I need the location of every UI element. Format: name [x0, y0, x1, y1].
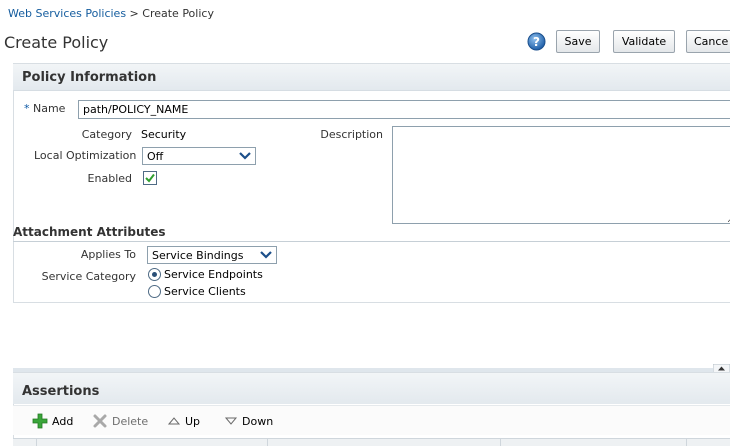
- svg-text:?: ?: [533, 35, 540, 49]
- move-down-button[interactable]: Down: [224, 413, 273, 429]
- service-clients-option[interactable]: Service Clients: [148, 285, 246, 298]
- enabled-label: Enabled: [87, 172, 132, 185]
- assertions-header: [13, 373, 730, 404]
- local-optimization-value: Off: [147, 150, 164, 163]
- name-label: Name: [33, 102, 66, 115]
- delete-assertion-button[interactable]: Delete: [92, 413, 148, 429]
- service-endpoints-option[interactable]: Service Endpoints: [148, 268, 263, 281]
- validate-button[interactable]: Validate: [613, 30, 675, 53]
- category-label: Category: [81, 128, 132, 141]
- applies-to-label: Applies To: [80, 248, 136, 261]
- attachment-attributes-title: Attachment Attributes: [13, 225, 166, 239]
- name-label-group: * Name: [24, 102, 65, 115]
- column-divider[interactable]: [500, 438, 501, 446]
- cancel-button[interactable]: Cance: [686, 30, 730, 53]
- triangle-down-icon: [224, 417, 238, 425]
- delete-label: Delete: [112, 414, 149, 428]
- description-textarea[interactable]: [392, 126, 730, 224]
- save-button[interactable]: Save: [556, 30, 600, 53]
- add-label: Add: [52, 414, 74, 428]
- service-endpoints-label: Service Endpoints: [164, 268, 263, 281]
- help-icon[interactable]: ?: [527, 32, 546, 51]
- triangle-up-icon: [167, 417, 181, 425]
- chevron-down-icon: [260, 251, 272, 259]
- up-label: Up: [185, 414, 201, 428]
- breadcrumb-current: Create Policy: [142, 7, 214, 20]
- service-category-label: Service Category: [41, 270, 136, 283]
- breadcrumb-separator: >: [129, 7, 139, 20]
- service-clients-radio[interactable]: [148, 285, 161, 298]
- add-assertion-button[interactable]: Add: [32, 413, 73, 429]
- radio-selected-dot: [152, 272, 157, 277]
- local-optimization-select[interactable]: Off: [142, 147, 256, 165]
- assertions-title: Assertions: [22, 384, 100, 399]
- service-clients-label: Service Clients: [164, 285, 246, 298]
- page-title: Create Policy: [4, 33, 109, 52]
- description-label: Description: [320, 128, 383, 141]
- required-marker: *: [24, 102, 30, 115]
- assertions-table-header: [13, 438, 730, 446]
- column-divider[interactable]: [267, 438, 268, 446]
- local-optimization-label: Local Optimization: [34, 149, 137, 162]
- applies-to-select[interactable]: Service Bindings: [147, 246, 277, 264]
- breadcrumb-web-services-policies-link[interactable]: Web Services Policies: [8, 7, 126, 20]
- enabled-checkbox[interactable]: [143, 171, 157, 185]
- section-divider: [13, 241, 730, 242]
- category-value: Security: [141, 128, 187, 141]
- down-label: Down: [242, 414, 274, 428]
- applies-to-value: Service Bindings: [152, 249, 244, 262]
- name-input[interactable]: [78, 100, 730, 119]
- plus-icon: [32, 413, 48, 429]
- breadcrumb: Web Services Policies > Create Policy: [8, 7, 214, 20]
- move-up-button[interactable]: Up: [167, 413, 200, 429]
- column-divider[interactable]: [36, 438, 37, 446]
- chevron-down-icon: [239, 152, 251, 160]
- policy-information-title: Policy Information: [22, 70, 157, 85]
- service-endpoints-radio[interactable]: [148, 268, 161, 281]
- delete-x-icon: [93, 414, 107, 428]
- column-divider[interactable]: [686, 438, 687, 446]
- checkmark-icon: [145, 173, 155, 183]
